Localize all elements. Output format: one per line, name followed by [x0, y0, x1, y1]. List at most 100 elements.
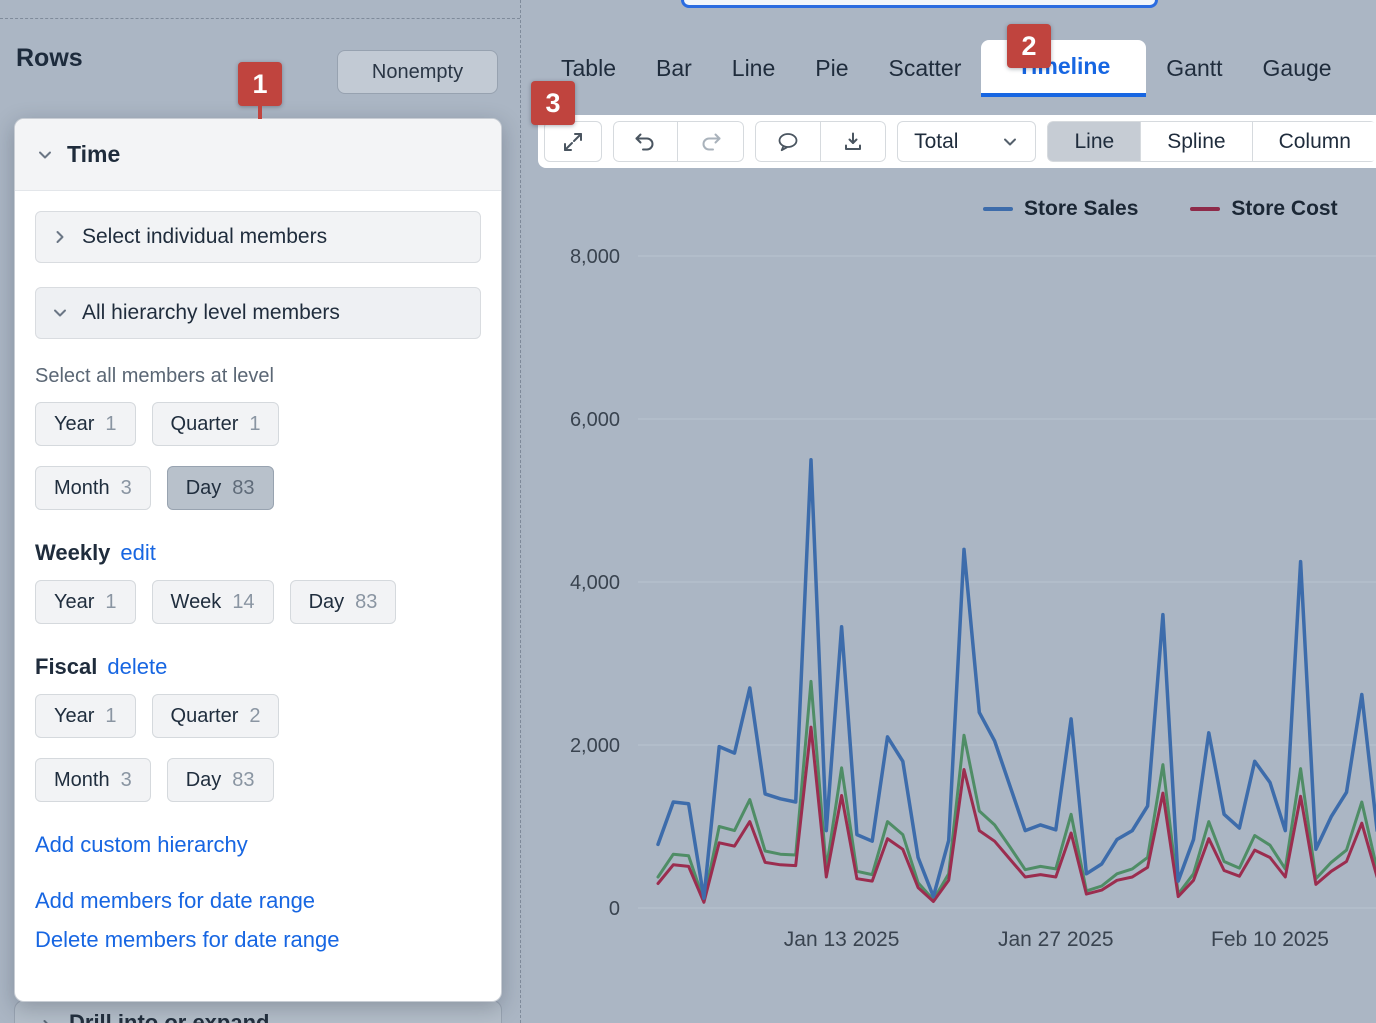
- redo-button[interactable]: [678, 121, 744, 162]
- all-hierarchy-levels-section[interactable]: All hierarchy level members: [35, 287, 481, 339]
- svg-text:0: 0: [609, 898, 620, 920]
- default-level-chip-month[interactable]: Month 3: [35, 466, 151, 510]
- level-chip-label: Year: [54, 413, 94, 436]
- weekly-levels-row: Year 1 Week 14 Day 83: [35, 580, 481, 624]
- weekly-level-chip-year[interactable]: Year 1: [35, 580, 136, 624]
- weekly-hierarchy-title: Weekly: [35, 540, 110, 566]
- select-individual-members-label: Select individual members: [82, 225, 327, 249]
- svg-text:6,000: 6,000: [570, 409, 620, 431]
- rows-panel-title: Rows: [16, 44, 83, 73]
- all-hierarchy-levels-label: All hierarchy level members: [82, 301, 340, 325]
- top-input-fragment[interactable]: [681, 0, 1158, 8]
- tab-line[interactable]: Line: [712, 40, 795, 97]
- undo-redo-group: [613, 121, 744, 162]
- chart-type-spline[interactable]: Spline: [1141, 121, 1252, 162]
- legend-label: Store Cost: [1231, 197, 1337, 221]
- fullscreen-button[interactable]: [544, 121, 602, 162]
- drill-into-or-expand-section[interactable]: Drill into or expand: [14, 1000, 502, 1023]
- level-chip-count: 3: [121, 769, 132, 792]
- fiscal-levels-row-2: Month 3 Day 83: [35, 758, 481, 802]
- undo-button[interactable]: [613, 121, 679, 162]
- legend-item-store-cost[interactable]: Store Cost: [1190, 197, 1337, 221]
- tab-bar[interactable]: Bar: [636, 40, 712, 97]
- aggregation-dropdown[interactable]: Total: [897, 121, 1036, 162]
- level-chip-label: Month: [54, 769, 110, 792]
- chart-type-column[interactable]: Column: [1253, 121, 1376, 162]
- app-screen: Rows Nonempty Time Select individual mem…: [0, 0, 1376, 1023]
- select-individual-members-section[interactable]: Select individual members: [35, 211, 481, 263]
- fiscal-level-chip-year[interactable]: Year 1: [35, 694, 136, 738]
- tab-gantt[interactable]: Gantt: [1146, 40, 1242, 97]
- svg-text:2,000: 2,000: [570, 735, 620, 757]
- comment-icon: [776, 130, 800, 154]
- svg-text:4,000: 4,000: [570, 572, 620, 594]
- fiscal-level-chip-month[interactable]: Month 3: [35, 758, 151, 802]
- time-section-label: Time: [67, 141, 120, 168]
- fullscreen-icon: [561, 130, 585, 154]
- level-chip-count: 83: [355, 591, 377, 614]
- level-chip-count: 1: [105, 413, 116, 436]
- weekly-edit-link[interactable]: edit: [120, 540, 155, 566]
- timeline-chart[interactable]: 02,0004,0006,0008,000Jan 13 2025Jan 27 2…: [521, 180, 1376, 970]
- export-button[interactable]: [821, 121, 887, 162]
- drill-section-label: Drill into or expand: [69, 1010, 269, 1023]
- fiscal-delete-link[interactable]: delete: [107, 654, 167, 680]
- chevron-right-icon: [52, 229, 68, 245]
- fiscal-levels-row-1: Year 1 Quarter 2: [35, 694, 481, 738]
- horizontal-dashed-guide: [0, 18, 520, 19]
- chart-type-line[interactable]: Line: [1047, 121, 1141, 162]
- aggregation-label: Total: [914, 130, 958, 154]
- fiscal-hierarchy-title: Fiscal: [35, 654, 97, 680]
- legend-swatch-store-sales: [983, 207, 1013, 211]
- legend-item-store-sales[interactable]: Store Sales: [983, 197, 1138, 221]
- redo-icon: [699, 130, 723, 154]
- level-chip-count: 2: [249, 705, 260, 728]
- level-chip-count: 1: [249, 413, 260, 436]
- default-level-chip-year[interactable]: Year 1: [35, 402, 136, 446]
- chevron-down-icon: [37, 147, 53, 163]
- tab-gauge[interactable]: Gauge: [1243, 40, 1352, 97]
- comment-export-group: [755, 121, 886, 162]
- fiscal-level-chip-quarter[interactable]: Quarter 2: [152, 694, 280, 738]
- time-popup-body: Select individual members All hierarchy …: [15, 211, 501, 953]
- select-all-members-hint: Select all members at level: [35, 365, 481, 388]
- weekly-level-chip-day[interactable]: Day 83: [290, 580, 397, 624]
- level-chip-count: 1: [105, 591, 116, 614]
- level-chip-label: Day: [186, 769, 222, 792]
- add-members-date-range-link[interactable]: Add members for date range: [35, 888, 481, 914]
- default-level-chip-quarter[interactable]: Quarter 1: [152, 402, 280, 446]
- legend-swatch-store-cost: [1190, 207, 1220, 211]
- chevron-down-icon: [52, 305, 68, 321]
- level-chip-count: 1: [105, 705, 116, 728]
- chart-type-switcher: Line Spline Column: [1047, 121, 1376, 162]
- comment-button[interactable]: [755, 121, 821, 162]
- svg-text:Jan 27 2025: Jan 27 2025: [998, 928, 1114, 951]
- level-chip-label: Year: [54, 705, 94, 728]
- time-hierarchy-popup: Time Select individual members All hiera…: [14, 118, 502, 1002]
- svg-text:Jan 13 2025: Jan 13 2025: [784, 928, 900, 951]
- chevron-down-icon: [1001, 133, 1019, 151]
- weekly-level-chip-week[interactable]: Week 14: [152, 580, 274, 624]
- default-levels-row-2: Month 3 Day 83: [35, 466, 481, 510]
- default-level-chip-day[interactable]: Day 83: [167, 466, 274, 510]
- add-custom-hierarchy-link[interactable]: Add custom hierarchy: [35, 832, 481, 858]
- callout-badge-2: 2: [1007, 24, 1051, 68]
- undo-icon: [633, 130, 657, 154]
- view-tabs: Table Bar Line Pie Scatter Timeline Gant…: [521, 40, 1376, 97]
- callout-badge-1: 1: [238, 62, 282, 106]
- time-section-header[interactable]: Time: [15, 119, 501, 191]
- level-chip-count: 3: [121, 477, 132, 500]
- legend-label: Store Sales: [1024, 197, 1138, 221]
- tab-pie[interactable]: Pie: [795, 40, 868, 97]
- weekly-hierarchy-row: Weekly edit: [35, 540, 481, 566]
- level-chip-label: Quarter: [171, 413, 239, 436]
- tab-scatter[interactable]: Scatter: [869, 40, 982, 97]
- chevron-right-icon: [39, 1018, 55, 1023]
- export-icon: [841, 130, 865, 154]
- callout-badge-3: 3: [531, 81, 575, 125]
- nonempty-button[interactable]: Nonempty: [337, 50, 498, 94]
- delete-members-date-range-link[interactable]: Delete members for date range: [35, 927, 481, 953]
- fiscal-level-chip-day[interactable]: Day 83: [167, 758, 274, 802]
- level-chip-label: Week: [171, 591, 222, 614]
- fiscal-hierarchy-row: Fiscal delete: [35, 654, 481, 680]
